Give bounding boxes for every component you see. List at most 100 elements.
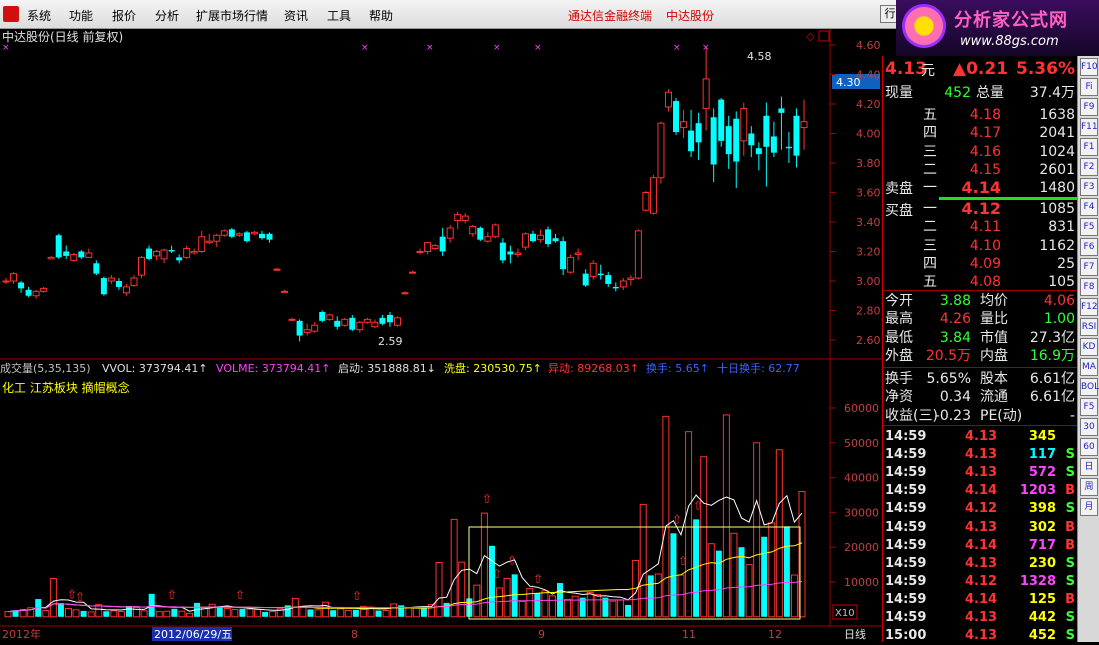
menu-item-analysis[interactable]: 分析	[155, 7, 179, 24]
tick-row[interactable]: 14:59 4.14 717 B	[883, 537, 1078, 555]
sidebar-button[interactable]: F9	[1080, 98, 1098, 116]
candle-body	[725, 126, 732, 155]
tick-row[interactable]: 15:00 4.13 452 S	[883, 627, 1078, 645]
tick-row[interactable]: 14:59 4.13 117 S	[883, 446, 1078, 464]
ask-row[interactable]: 二 4.15 2601	[883, 161, 1078, 179]
menu-item-function[interactable]: 功能	[69, 7, 93, 24]
candle-body	[228, 229, 235, 237]
stat-row: 最低 3.84 市值 27.3亿	[883, 329, 1078, 347]
menu-item-tools[interactable]: 工具	[327, 7, 351, 24]
tick-direction: S	[1065, 465, 1075, 481]
volume-bar	[586, 591, 594, 618]
volume-bar	[511, 574, 518, 617]
sidebar-button[interactable]: 周	[1080, 478, 1098, 496]
sidebar-button[interactable]: 30	[1080, 418, 1098, 436]
tick-row[interactable]: 14:59 4.13 302 B	[883, 519, 1078, 537]
sidebar-button[interactable]: F1	[1080, 138, 1098, 156]
volume-signal-arrow: ⇧	[507, 553, 517, 567]
tick-price: 4.12	[965, 501, 998, 517]
volume-bar	[571, 595, 579, 618]
tick-price: 4.13	[965, 519, 998, 535]
level-volume: 1085	[1039, 201, 1075, 217]
sidebar-button[interactable]: 月	[1080, 498, 1098, 516]
stat-key: 流通	[980, 389, 1008, 406]
menu-item-extended-market[interactable]: 扩展市场行情	[196, 7, 268, 24]
bid-row[interactable]: 三 4.10 1162	[883, 237, 1078, 255]
menu-item-help[interactable]: 帮助	[369, 7, 393, 24]
volume-bar	[337, 608, 345, 618]
candle-body	[582, 273, 589, 286]
tick-direction: S	[1065, 501, 1075, 517]
candle-body	[634, 230, 642, 279]
period-label[interactable]: 日线	[844, 627, 866, 641]
sidebar-button[interactable]: F4	[1080, 198, 1098, 216]
tick-volume: 452	[1028, 628, 1056, 644]
bid-row[interactable]: 二 4.11 831	[883, 218, 1078, 236]
sidebar-button[interactable]: F11	[1080, 118, 1098, 136]
volume-bar	[140, 610, 148, 618]
chart-options-icon[interactable]: ◇	[806, 30, 815, 43]
sidebar-button[interactable]: F3	[1080, 178, 1098, 196]
signal-x-marker: ×	[426, 43, 434, 53]
ask-row[interactable]: 四 4.17 2041	[883, 124, 1078, 142]
chart-maximize-icon[interactable]	[818, 30, 830, 42]
sidebar-button[interactable]: KD	[1080, 338, 1098, 356]
stat-key: PE(动)	[980, 407, 1023, 424]
sidebar-button[interactable]: F6	[1080, 238, 1098, 256]
candle-body	[183, 248, 191, 258]
sidebar-button[interactable]: F2	[1080, 158, 1098, 176]
sidebar-button[interactable]: F8	[1080, 278, 1098, 296]
candle-body	[393, 317, 401, 326]
price-tick-label: 2.80	[856, 305, 881, 318]
tick-row[interactable]: 14:59 4.12 1328 S	[883, 573, 1078, 591]
volume-bar	[208, 603, 216, 618]
candle-body	[695, 123, 702, 143]
stat-row: 外盘 20.5万 内盘 16.9万	[883, 347, 1078, 365]
volume-bar	[246, 608, 254, 618]
sidebar-button[interactable]: F7	[1080, 258, 1098, 276]
volume-bar	[503, 578, 511, 618]
bid-row[interactable]: 四 4.09 25	[883, 255, 1078, 273]
stat-row: 最高 4.26 量比 1.00	[883, 310, 1078, 328]
level-volume: 2041	[1039, 125, 1075, 142]
sidebar-button[interactable]: MA	[1080, 358, 1098, 376]
tick-row[interactable]: 14:59 4.13 572 S	[883, 464, 1078, 482]
kline-chart-svg[interactable]: 中达股份(日线 前复权) ◇ 4.30 4.604.404.204.003.80…	[0, 29, 882, 642]
candle-body	[552, 238, 559, 242]
menu-item-quote[interactable]: 报价	[112, 7, 136, 24]
sidebar-button[interactable]: F5	[1080, 398, 1098, 416]
volume-tick-label: 10000	[844, 576, 879, 589]
sidebar-button[interactable]: F5	[1080, 218, 1098, 236]
sidebar-button[interactable]: BOLL	[1080, 378, 1099, 396]
tick-row[interactable]: 14:59 4.12 398 S	[883, 500, 1078, 518]
tick-row[interactable]: 14:59 4.13 345	[883, 428, 1078, 446]
sidebar-button[interactable]: F12	[1080, 298, 1098, 316]
ask-row[interactable]: 五 4.18 1638	[883, 106, 1078, 124]
candle-body	[567, 256, 575, 273]
volume-bar	[330, 610, 337, 617]
tick-row[interactable]: 14:59 4.14 125 B	[883, 591, 1078, 609]
sidebar-button[interactable]: F10	[1080, 58, 1098, 76]
candle-body	[627, 277, 635, 281]
candle-body	[107, 277, 115, 282]
tick-row[interactable]: 14:59 4.14 1203 B	[883, 482, 1078, 500]
kline-chart-area[interactable]: 中达股份(日线 前复权) ◇ 4.30 4.60 4.40 4.20 4.00 3.80…	[0, 29, 882, 642]
volume-bar	[163, 610, 171, 618]
tick-volume: 442	[1028, 610, 1056, 625]
sidebar-button[interactable]: 日	[1080, 458, 1098, 476]
sidebar-button[interactable]: 60	[1080, 438, 1098, 456]
sidebar-button[interactable]: RSI	[1080, 318, 1098, 336]
chart-title: 中达股份(日线 前复权)	[2, 29, 123, 44]
menu-item-system[interactable]: 系统	[27, 7, 51, 24]
sidebar-button[interactable]: Fi	[1080, 78, 1098, 96]
tick-row[interactable]: 14:59 4.13 442 S	[883, 609, 1078, 627]
ask-row[interactable]: 三 4.16 1024	[883, 143, 1078, 161]
bid-row[interactable]: 五 4.08 105	[883, 273, 1078, 291]
candle-body	[93, 263, 100, 274]
brand-banner[interactable]: 分析家公式网 www.88gs.com	[896, 0, 1099, 56]
x10-label: X10	[835, 608, 855, 619]
menu-item-news[interactable]: 资讯	[284, 7, 308, 24]
candle-body	[213, 234, 221, 242]
tick-row[interactable]: 14:59 4.13 230 S	[883, 555, 1078, 573]
candle-body	[469, 225, 477, 235]
